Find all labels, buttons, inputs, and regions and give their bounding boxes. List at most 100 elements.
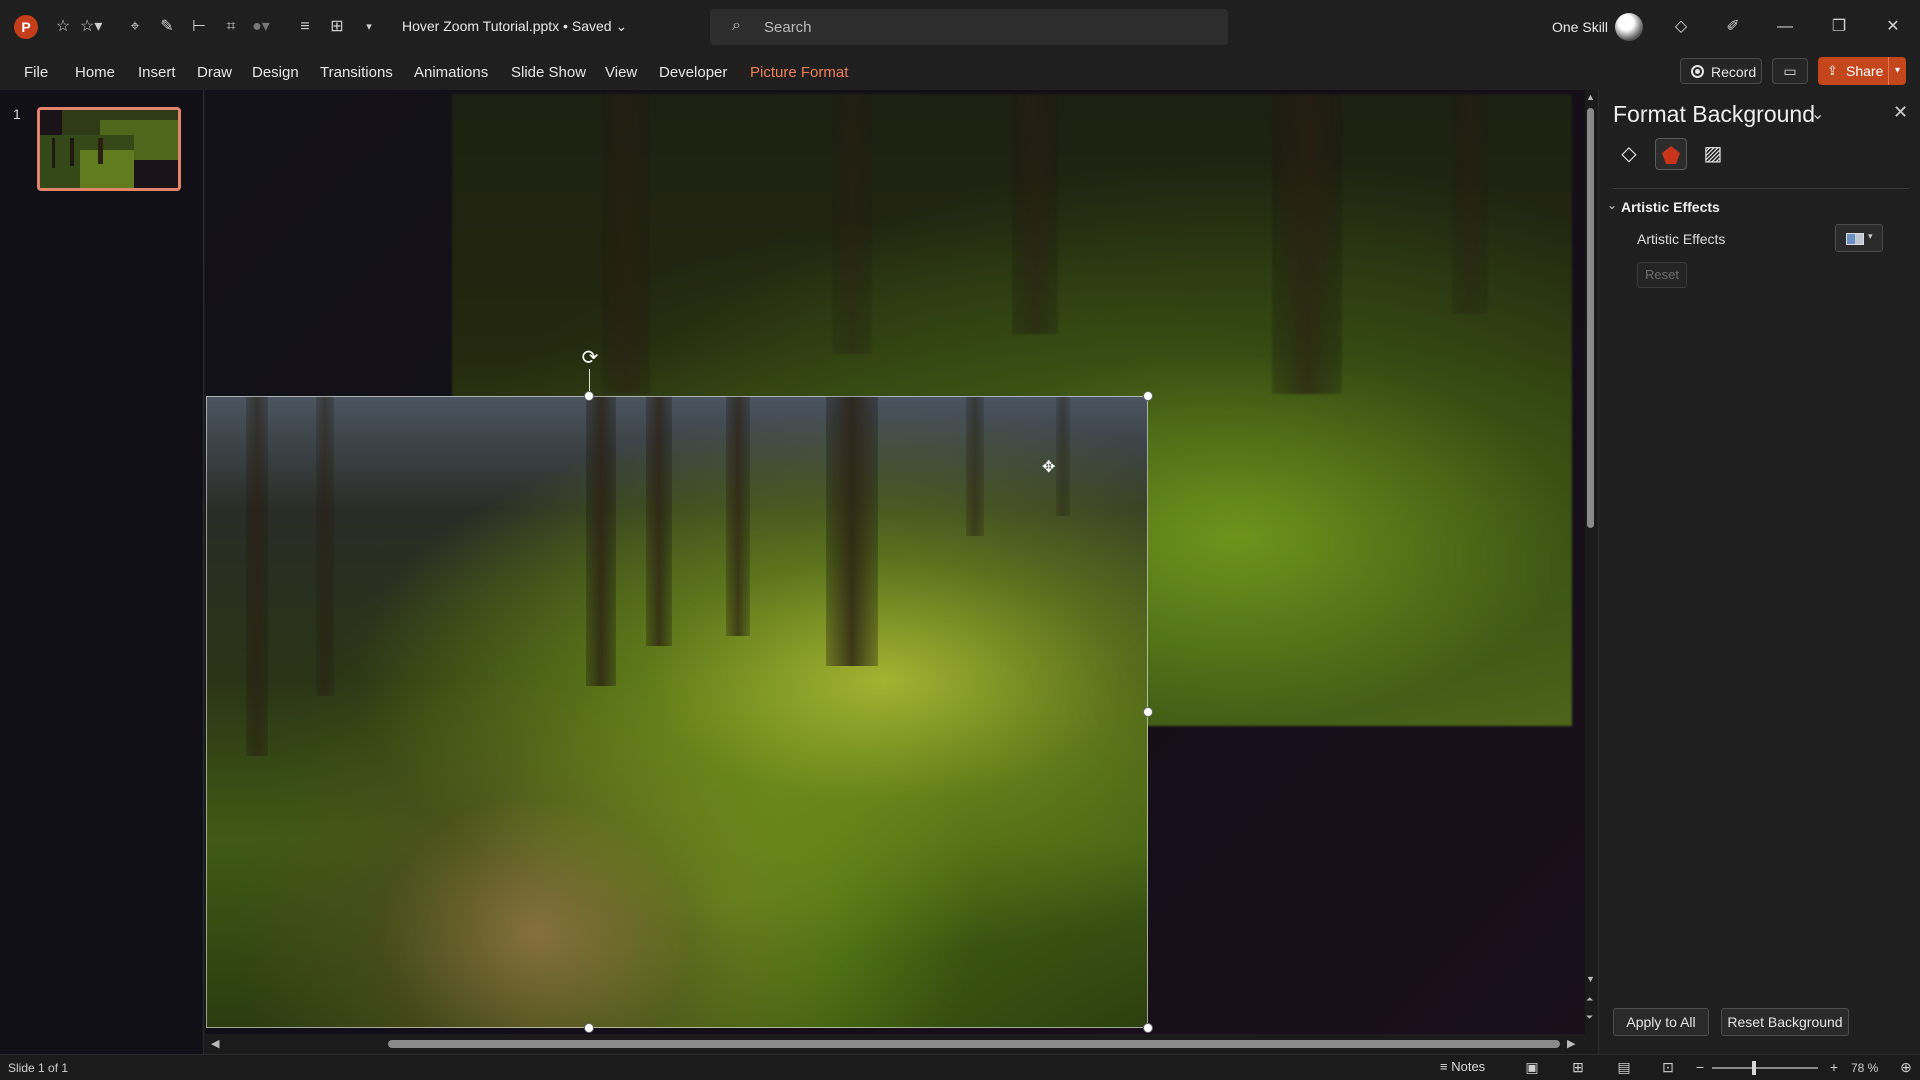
previous-slide-icon[interactable]: ⏶ xyxy=(1586,994,1593,1005)
comment-icon: ▭ xyxy=(1783,63,1797,79)
ribbon-tabs: File Home Insert Draw Design Transitions… xyxy=(0,54,1920,90)
search-box[interactable]: ⌕ xyxy=(710,9,1228,45)
reset-button[interactable]: Reset xyxy=(1637,262,1687,288)
star-outline-icon[interactable]: ☆ xyxy=(52,16,74,38)
chevron-down-icon[interactable]: ⌄ xyxy=(1607,198,1617,212)
group-icon[interactable]: ⊞ xyxy=(326,16,348,38)
tab-home[interactable]: Home xyxy=(75,64,115,81)
tab-picture-format[interactable]: Picture Format xyxy=(750,64,848,81)
slide-thumbnail[interactable] xyxy=(37,107,181,191)
title-bar: P ☆ ☆▾ ⌖ ✎ ⊢ ⌗ ●▾ ≡ ⊞ ▾ Hover Zoom Tutor… xyxy=(0,0,1920,54)
zoom-level[interactable]: 78 % xyxy=(1851,1061,1878,1075)
divider xyxy=(1613,188,1909,189)
shape-icon[interactable]: ⌖ xyxy=(124,16,146,38)
tab-file[interactable]: File xyxy=(24,64,48,81)
record-label: Record xyxy=(1711,64,1757,80)
close-icon[interactable]: ✕ xyxy=(1893,102,1908,123)
zoom-slider[interactable] xyxy=(1712,1067,1818,1069)
format-background-pane: Format Background ⌄ ✕ ◇ ▨ ⌄ Artistic Eff… xyxy=(1598,90,1920,1054)
zoom-out-icon[interactable]: − xyxy=(1690,1058,1710,1076)
slide-thumbnail-pane: 1 xyxy=(0,90,204,1054)
notes-label: Notes xyxy=(1451,1059,1486,1074)
move-cursor-icon: ✥ xyxy=(1042,459,1056,476)
tab-animations[interactable]: Animations xyxy=(414,64,488,81)
align-icon[interactable]: ⊢ xyxy=(188,16,210,38)
chevron-down-icon[interactable]: ▾ xyxy=(1888,57,1906,85)
tab-slide-show[interactable]: Slide Show xyxy=(511,64,586,81)
vertical-scroll-thumb[interactable] xyxy=(1587,108,1594,528)
resize-handle-bottom[interactable] xyxy=(584,1023,594,1033)
star-dropdown-icon[interactable]: ☆▾ xyxy=(80,16,102,38)
notes-icon: ≡ xyxy=(1440,1059,1448,1074)
resize-handle-right[interactable] xyxy=(1143,707,1153,717)
next-slide-icon[interactable]: ⏷ xyxy=(1586,1012,1593,1023)
record-icon xyxy=(1691,65,1704,78)
resize-handle-top[interactable] xyxy=(584,391,594,401)
slideshow-icon[interactable]: ⊡ xyxy=(1658,1058,1678,1076)
share-button[interactable]: ⇪ Share ▾ xyxy=(1818,57,1906,85)
document-title[interactable]: Hover Zoom Tutorial.pptx • Saved ⌄ xyxy=(402,18,627,35)
close-icon[interactable]: ✕ xyxy=(1878,12,1908,42)
tab-view[interactable]: View xyxy=(605,64,637,81)
powerpoint-logo-icon: P xyxy=(14,15,38,39)
selected-picture[interactable] xyxy=(206,396,1148,1028)
pen-icon[interactable]: ✎ xyxy=(156,16,178,38)
tab-draw[interactable]: Draw xyxy=(197,64,232,81)
distribute-icon[interactable]: ≡ xyxy=(294,16,316,38)
reset-background-button[interactable]: Reset Background xyxy=(1721,1008,1849,1036)
search-input[interactable] xyxy=(764,17,1194,37)
tab-design[interactable]: Design xyxy=(252,64,299,81)
vertical-scrollbar[interactable]: ▲ ▼ ⏶ ⏷ xyxy=(1585,90,1597,1036)
notes-button[interactable]: ≡ Notes xyxy=(1440,1059,1485,1074)
apply-to-all-button[interactable]: Apply to All xyxy=(1613,1008,1709,1036)
scroll-down-icon[interactable]: ▼ xyxy=(1586,974,1595,984)
status-bar: Slide 1 of 1 ≡ Notes ▣ ⊞ ▤ ⊡ − + 78 % ⊕ xyxy=(0,1054,1920,1080)
artistic-effects-label: Artistic Effects xyxy=(1637,231,1726,247)
zoom-in-icon[interactable]: + xyxy=(1824,1058,1844,1076)
comments-button[interactable]: ▭ xyxy=(1772,58,1808,84)
chevron-down-icon[interactable]: ⌄ xyxy=(1811,104,1824,124)
fit-to-window-icon[interactable]: ⊕ xyxy=(1896,1058,1916,1076)
chevron-down-icon: ⌄ xyxy=(615,18,628,34)
pen-tool-icon[interactable]: ✐ xyxy=(1718,12,1748,42)
record-button[interactable]: Record xyxy=(1680,58,1762,84)
crop-icon[interactable]: ⌗ xyxy=(220,16,242,38)
picture-icon[interactable]: ▨ xyxy=(1697,138,1729,170)
fill-icon[interactable]: ◇ xyxy=(1613,138,1645,170)
artistic-effects-dropdown[interactable]: ▾ xyxy=(1835,224,1883,252)
minimize-icon[interactable]: — xyxy=(1770,12,1800,42)
slide-sorter-icon[interactable]: ⊞ xyxy=(1568,1058,1588,1076)
pane-title: Format Background xyxy=(1613,101,1815,127)
document-title-text: Hover Zoom Tutorial.pptx • Saved xyxy=(402,18,612,34)
horizontal-scrollbar[interactable]: ◀ ▶ xyxy=(205,1034,1585,1054)
tab-insert[interactable]: Insert xyxy=(138,64,176,81)
diamond-icon[interactable]: ◇ xyxy=(1666,12,1696,42)
search-icon: ⌕ xyxy=(732,17,741,34)
color-icon[interactable]: ●▾ xyxy=(250,16,272,38)
slide-canvas[interactable]: ⟳ ✥ xyxy=(205,90,1585,1036)
zoom-slider-knob[interactable] xyxy=(1752,1061,1756,1075)
avatar[interactable] xyxy=(1615,13,1643,41)
effects-icon[interactable] xyxy=(1655,138,1687,170)
restore-icon[interactable]: ❐ xyxy=(1824,12,1854,42)
reading-view-icon[interactable]: ▤ xyxy=(1614,1058,1634,1076)
normal-view-icon[interactable]: ▣ xyxy=(1522,1058,1542,1076)
thumbnail-preview xyxy=(40,110,178,188)
chevron-down-icon: ▾ xyxy=(1868,231,1873,241)
section-artistic-effects[interactable]: Artistic Effects xyxy=(1621,199,1720,215)
share-icon: ⇪ xyxy=(1827,63,1838,78)
effect-preview-icon xyxy=(1846,233,1864,245)
share-label: Share xyxy=(1846,63,1884,79)
slide-count: Slide 1 of 1 xyxy=(8,1061,69,1075)
scroll-right-icon[interactable]: ▶ xyxy=(1567,1037,1575,1050)
tab-transitions[interactable]: Transitions xyxy=(320,64,393,81)
tab-developer[interactable]: Developer xyxy=(659,64,727,81)
horizontal-scroll-thumb[interactable] xyxy=(388,1040,1560,1048)
rotate-handle-icon[interactable]: ⟳ xyxy=(579,347,601,369)
resize-handle-bottom-right[interactable] xyxy=(1143,1023,1153,1033)
scroll-left-icon[interactable]: ◀ xyxy=(211,1037,219,1050)
resize-handle-top-right[interactable] xyxy=(1143,391,1153,401)
user-name[interactable]: One Skill xyxy=(1552,19,1608,35)
scroll-up-icon[interactable]: ▲ xyxy=(1586,92,1595,102)
customize-qat-icon[interactable]: ▾ xyxy=(358,16,380,38)
